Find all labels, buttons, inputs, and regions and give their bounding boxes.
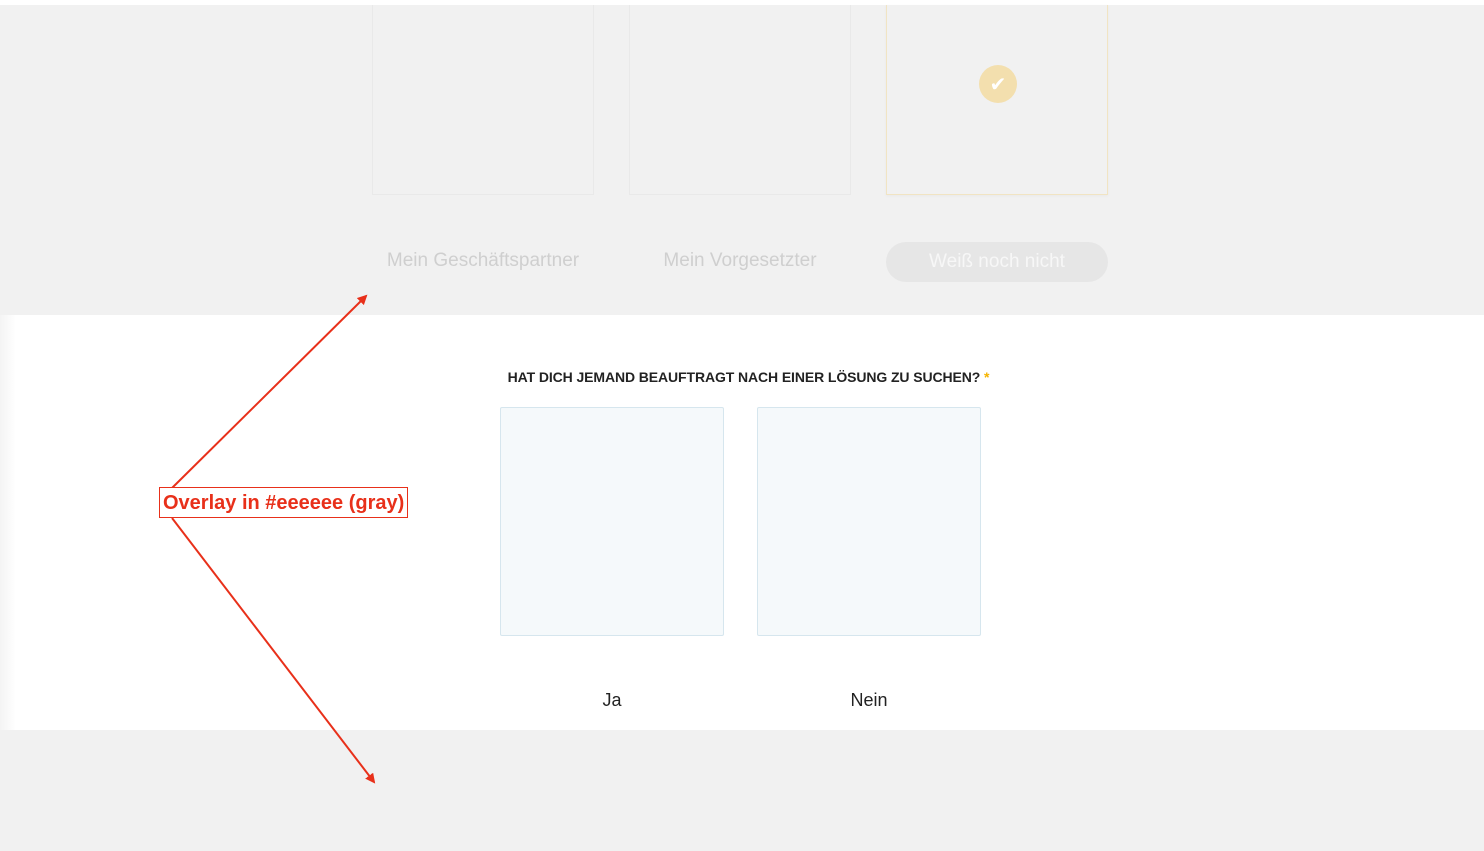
required-marker: *: [984, 369, 990, 385]
previous-option-label[interactable]: Mein Geschäftspartner: [372, 250, 594, 272]
answer-label-nein[interactable]: Nein: [757, 690, 981, 711]
overlay-bottom: [0, 730, 1484, 851]
question-title: HAT DICH JEMAND BEAUFTRAGT NACH EINER LÖ…: [0, 369, 1484, 385]
question-text: HAT DICH JEMAND BEAUFTRAGT NACH EINER LÖ…: [507, 369, 981, 385]
previous-option-label[interactable]: Mein Vorgesetzter: [629, 250, 851, 272]
annotation-label: Overlay in #eeeeee (gray): [159, 487, 409, 518]
answer-card-ja[interactable]: [500, 407, 724, 636]
answer-label-ja[interactable]: Ja: [500, 690, 724, 711]
previous-option-card-weiss-noch-nicht[interactable]: ✔: [886, 5, 1108, 195]
check-icon: ✔: [979, 65, 1017, 103]
answer-card-nein[interactable]: [757, 407, 981, 636]
previous-option-card-geschaeftspartner[interactable]: [372, 5, 594, 195]
survey-page: ✔ Mein Geschäftspartner Mein Vorgesetzte…: [0, 0, 1484, 851]
annotation-arrow-up: [171, 294, 368, 489]
previous-option-selected-pill[interactable]: Weiß noch nicht: [886, 242, 1108, 282]
previous-option-card-vorgesetzter[interactable]: [629, 5, 851, 195]
